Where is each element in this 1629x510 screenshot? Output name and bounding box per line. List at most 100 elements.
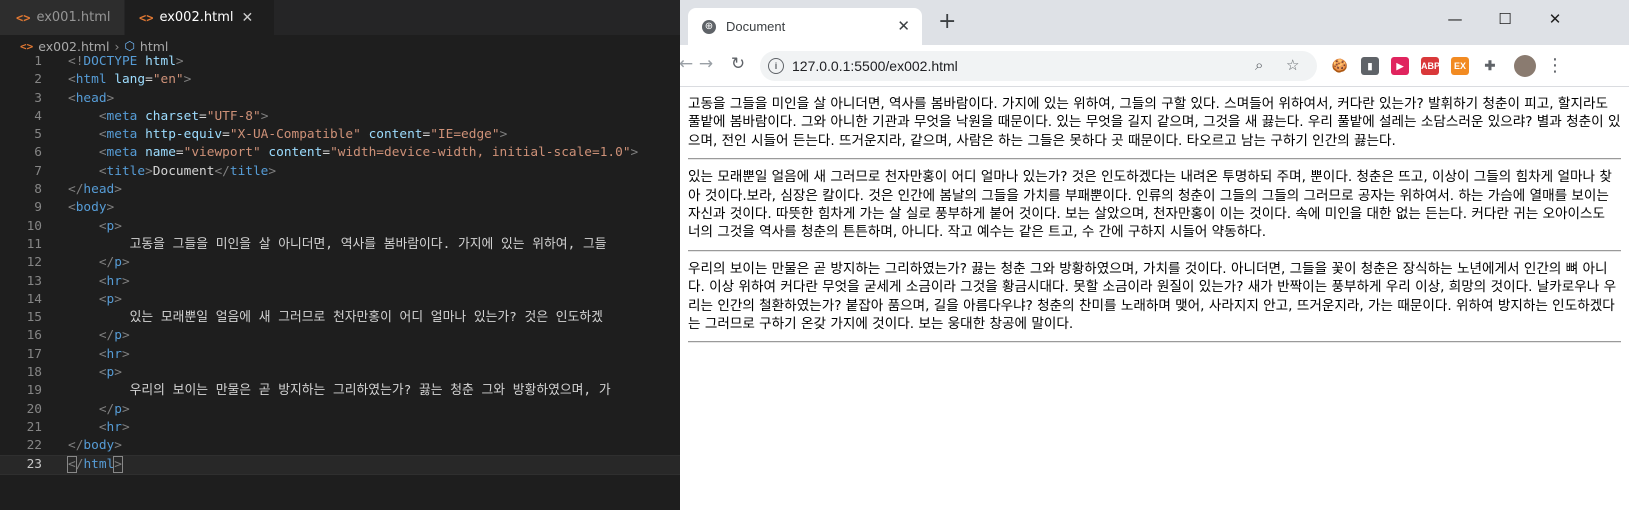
code-line[interactable]: 15 있는 모래뿐일 얼음에 새 그러므로 천자만홍이 어디 얼마나 있는가? … <box>0 309 680 327</box>
code-line[interactable]: 23 </html> <box>0 454 680 475</box>
code-line[interactable]: 6 <meta name="viewport" content="width=d… <box>0 144 680 162</box>
code-line[interactable]: 7 <title>Document</title> <box>0 163 680 181</box>
code-line[interactable]: 17 <hr> <box>0 346 680 364</box>
breadcrumb-element[interactable]: html <box>140 39 168 54</box>
code-line[interactable]: 8 </head> <box>0 181 680 199</box>
code-line[interactable]: 22 </body> <box>0 437 680 455</box>
avatar[interactable] <box>1514 55 1536 77</box>
code-line[interactable]: 18 <p> <box>0 364 680 382</box>
line-number: 3 <box>34 90 42 106</box>
code-text[interactable]: </head> <box>68 181 122 199</box>
reload-button[interactable]: ↻ <box>728 54 748 74</box>
code-line[interactable]: 5 <meta http-equiv="X-UA-Compatible" con… <box>0 126 680 144</box>
zoom-icon[interactable]: ⌕ <box>1255 56 1263 74</box>
url-text[interactable]: 127.0.0.1:5500/ex002.html <box>792 58 958 74</box>
info-icon[interactable]: i <box>768 58 784 74</box>
code-editor: <> ex001.html <> ex002.html ✕ <> ex002.h… <box>0 0 680 510</box>
minimize-button[interactable]: — <box>1445 10 1465 28</box>
code-line[interactable]: 21 <hr> <box>0 419 680 437</box>
editor-tab-ex001[interactable]: <> ex001.html <box>0 0 125 35</box>
editor-tab-label: ex002.html <box>159 10 234 25</box>
paragraph-3: 우리의 보이는 만물은 곧 방지하는 그리하였는가? 끓는 청춘 그와 방황하였… <box>688 260 1617 333</box>
browser-title-bar: ⊕ Document ✕ + — ☐ ✕ <box>680 0 1629 45</box>
code-line[interactable]: 13 <hr> <box>0 273 680 291</box>
code-text[interactable]: <p> <box>68 218 122 236</box>
code-text[interactable]: </p> <box>68 254 130 272</box>
close-window-button[interactable]: ✕ <box>1545 10 1565 28</box>
code-text[interactable]: </p> <box>68 327 130 345</box>
line-number: 11 <box>26 236 42 252</box>
code-line[interactable]: 10 <p> <box>0 218 680 236</box>
browser-tab-title: Document <box>726 19 786 34</box>
code-line[interactable]: 19 우리의 보이는 만물은 곧 방지하는 그리하였는가? 끓는 청춘 그와 방… <box>0 382 680 400</box>
address-bar[interactable]: i 127.0.0.1:5500/ex002.html ⌕ ☆ <box>760 51 1317 81</box>
breadcrumb-file[interactable]: ex002.html <box>38 39 109 54</box>
close-icon[interactable]: ✕ <box>241 10 253 26</box>
code-line[interactable]: 2 <html lang="en"> <box>0 71 680 89</box>
code-area[interactable]: 1 <!DOCTYPE html> 2 <html lang="en"> 3 <head>… <box>0 53 680 475</box>
line-number: 1 <box>34 54 42 69</box>
screenshot-extension-icon[interactable]: EX <box>1451 57 1469 75</box>
new-tab-button[interactable]: + <box>938 11 956 33</box>
close-icon[interactable]: ✕ <box>897 17 910 35</box>
code-text[interactable]: <title>Document</title> <box>68 163 276 181</box>
line-number: 17 <box>26 346 42 362</box>
code-line[interactable]: 20 </p> <box>0 401 680 419</box>
puzzle-extension-icon[interactable]: ✚ <box>1481 57 1499 75</box>
code-text[interactable]: <hr> <box>68 273 130 291</box>
code-text[interactable]: <!DOCTYPE html> <box>68 53 184 71</box>
maximize-button[interactable]: ☐ <box>1495 10 1515 28</box>
browser-tab[interactable]: ⊕ Document ✕ <box>688 8 922 45</box>
code-text[interactable]: 우리의 보이는 만물은 곧 방지하는 그리하였는가? 끓는 청춘 그와 방황하였… <box>68 382 611 400</box>
bookmark-star-icon[interactable]: ☆ <box>1286 56 1299 74</box>
forward-button[interactable]: → <box>696 54 716 74</box>
editor-tab-ex002[interactable]: <> ex002.html ✕ <box>125 0 275 35</box>
chevron-right-icon: › <box>114 38 120 54</box>
line-number: 7 <box>34 163 42 179</box>
line-number: 19 <box>26 383 42 399</box>
line-number: 15 <box>26 310 42 326</box>
back-button[interactable]: ← <box>680 54 696 74</box>
code-line[interactable]: 3 <head> <box>0 90 680 108</box>
code-line[interactable]: 16 </p> <box>0 327 680 345</box>
video-extension-icon[interactable]: ▶ <box>1391 57 1409 75</box>
code-text[interactable]: <meta http-equiv="X-UA-Compatible" conte… <box>68 126 507 144</box>
adblock-extension-icon[interactable]: ABP <box>1421 57 1440 75</box>
code-text[interactable]: <hr> <box>68 419 130 437</box>
code-text[interactable]: 고동을 그들을 미인을 살 아니더면, 역사를 봄바람이다. 가지에 있는 위하… <box>68 236 607 254</box>
code-text[interactable]: <head> <box>68 90 114 108</box>
line-number: 12 <box>26 255 42 271</box>
code-text[interactable]: <p> <box>68 291 122 309</box>
code-text[interactable]: </body> <box>68 437 122 455</box>
code-text[interactable]: </html> <box>67 455 123 474</box>
code-line[interactable]: 4 <meta charset="UTF-8"> <box>0 108 680 126</box>
cookie-extension-icon[interactable]: 🍪 <box>1331 57 1349 75</box>
code-text[interactable]: <html lang="en"> <box>68 71 191 89</box>
code-line[interactable]: 9 <body> <box>0 199 680 217</box>
element-cube-icon: ⬡ <box>124 39 135 53</box>
line-number: 18 <box>26 365 42 381</box>
globe-icon: ⊕ <box>702 19 716 34</box>
code-text[interactable]: <p> <box>68 364 122 382</box>
code-text[interactable]: <meta name="viewport" content="width=dev… <box>68 144 638 162</box>
code-line[interactable]: 14 <p> <box>0 291 680 309</box>
more-menu-icon[interactable]: ⋮ <box>1546 55 1564 76</box>
editor-tab-bar: <> ex001.html <> ex002.html ✕ <box>0 0 680 35</box>
html-file-icon: <> <box>20 39 34 53</box>
reader-extension-icon[interactable]: ▮ <box>1361 57 1379 75</box>
code-text[interactable]: </p> <box>68 401 130 419</box>
code-text[interactable]: 있는 모래뿐일 얼음에 새 그러므로 천자만홍이 어디 얼마나 있는가? 것은 … <box>68 309 603 327</box>
code-line[interactable]: 11 고동을 그들을 미인을 살 아니더면, 역사를 봄바람이다. 가지에 있는… <box>0 236 680 254</box>
line-number: 22 <box>26 438 42 454</box>
code-line[interactable]: 1 <!DOCTYPE html> <box>0 53 680 71</box>
editor-tab-label: ex001.html <box>36 10 111 25</box>
code-text[interactable]: <body> <box>68 199 114 217</box>
line-number: 20 <box>26 401 42 417</box>
browser-toolbar: ← → ↻ i 127.0.0.1:5500/ex002.html ⌕ ☆ 🍪 ▮… <box>680 45 1629 87</box>
paragraph-1: 고동을 그들을 미인을 살 아니더면, 역사를 봄바람이다. 가지에 있는 위하… <box>688 96 1621 149</box>
code-text[interactable]: <hr> <box>68 346 130 364</box>
code-text[interactable]: <meta charset="UTF-8"> <box>68 108 269 126</box>
browser-window: ⊕ Document ✕ + — ☐ ✕ ← → ↻ i 127.0.0.1:5… <box>680 0 1629 510</box>
code-line[interactable]: 12 </p> <box>0 254 680 272</box>
line-number: 16 <box>26 328 42 344</box>
